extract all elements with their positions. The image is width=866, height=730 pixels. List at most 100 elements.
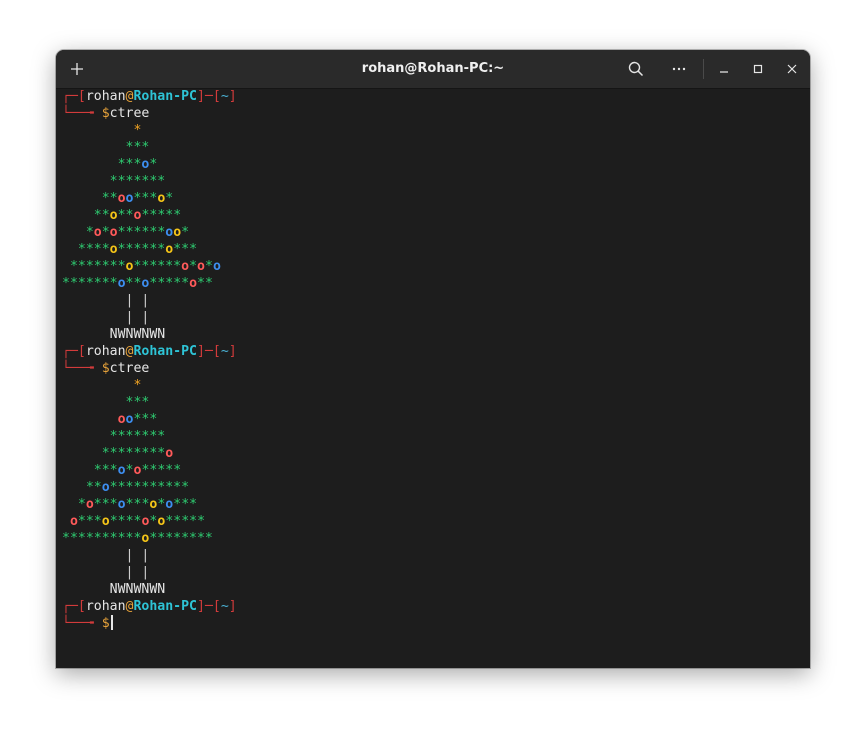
tree-row: ***o*o***** bbox=[62, 462, 806, 479]
tree-base-text: NWNWNWN bbox=[62, 582, 166, 597]
tree-trunk-text: | | bbox=[62, 565, 150, 580]
tree-row: **oo***o* bbox=[62, 190, 806, 207]
tree-leaves: *** bbox=[173, 497, 198, 512]
tree-row: *******o**o*****o** bbox=[62, 275, 806, 292]
tree-leaves: ** bbox=[62, 208, 110, 223]
ornament-red: o bbox=[69, 514, 78, 529]
close-button[interactable] bbox=[775, 50, 809, 88]
terminal-output[interactable]: ┌─[rohan@Rohan-PC]─[~] └──╼ $ctree * *** … bbox=[62, 88, 806, 664]
tree-leaves: ********** bbox=[109, 480, 190, 495]
tree-leaves: *** bbox=[133, 191, 158, 206]
command-line: └──╼ $ctree bbox=[62, 360, 806, 377]
tree-row: *** bbox=[62, 394, 806, 411]
command-line: └──╼ $ctree bbox=[62, 105, 806, 122]
prompt-bracket: ]─[ bbox=[197, 344, 221, 359]
ornament-red: o bbox=[109, 225, 118, 240]
tree-trunk-text: | | bbox=[62, 310, 150, 325]
ornament-red: o bbox=[165, 446, 174, 461]
tree-row: ********o bbox=[62, 445, 806, 462]
prompt-bracket: ┌─[ bbox=[62, 599, 86, 614]
ornament-red: o bbox=[117, 412, 126, 427]
prompt-dollar: $ bbox=[101, 361, 110, 376]
minimize-button[interactable] bbox=[707, 50, 741, 88]
more-icon bbox=[672, 67, 686, 71]
plus-icon bbox=[71, 63, 83, 75]
command-text: ctree bbox=[109, 361, 150, 376]
ornament-red: o bbox=[197, 259, 205, 274]
search-icon bbox=[628, 61, 644, 77]
tree-row: * bbox=[62, 377, 806, 394]
ornament-yellow: o bbox=[101, 514, 110, 529]
tree-leaves: ******* bbox=[62, 174, 166, 189]
ornament-blue: o bbox=[117, 276, 126, 291]
tree-leaves: ******** bbox=[62, 446, 166, 461]
ornament-red: o bbox=[93, 225, 102, 240]
tree-leaves: **** bbox=[62, 242, 110, 257]
tree-row: **o********** bbox=[62, 479, 806, 496]
tree-leaves: * bbox=[189, 259, 198, 274]
ornament-red: o bbox=[189, 276, 198, 291]
tree-leaves bbox=[62, 412, 118, 427]
tree-leaves: ****** bbox=[117, 242, 166, 257]
tree-base: NWNWNWN bbox=[62, 581, 806, 598]
tree-star: * bbox=[62, 378, 142, 393]
tree-leaves bbox=[62, 514, 70, 529]
prompt-bracket: ] bbox=[228, 599, 237, 614]
prompt-host: Rohan-PC bbox=[133, 599, 198, 614]
tree-row: *o***o***o*o*** bbox=[62, 496, 806, 513]
ornament-red: o bbox=[85, 497, 94, 512]
tree-trunk: | | bbox=[62, 547, 806, 564]
tree-leaves: ** bbox=[117, 208, 134, 223]
tree-row: ***o* bbox=[62, 156, 806, 173]
prompt-arrow: └──╼ bbox=[62, 106, 102, 121]
ornament-yellow: o bbox=[173, 225, 182, 240]
text-cursor bbox=[110, 615, 113, 630]
tree-leaves: ******** bbox=[149, 531, 213, 546]
window-title: rohan@Rohan-PC:~ bbox=[361, 61, 505, 76]
tree-base: NWNWNWN bbox=[62, 326, 806, 343]
tree-row: **********o******** bbox=[62, 530, 806, 547]
tree-row: ******* bbox=[62, 428, 806, 445]
tree-trunk: | | bbox=[62, 292, 806, 309]
maximize-button[interactable] bbox=[741, 50, 775, 88]
search-button[interactable] bbox=[619, 50, 653, 88]
tree-leaves: ******* bbox=[62, 429, 166, 444]
tree-leaves: *** bbox=[125, 497, 150, 512]
new-tab-button[interactable] bbox=[60, 50, 94, 88]
tree-leaves: * bbox=[165, 191, 174, 206]
ornament-blue: o bbox=[101, 480, 110, 495]
tree-row: *o*o******oo* bbox=[62, 224, 806, 241]
prompt-arrow: └──╼ bbox=[62, 361, 102, 376]
ornament-yellow: o bbox=[109, 242, 118, 257]
tree-trunk-text: | | bbox=[62, 293, 150, 308]
prompt-bracket: ┌─[ bbox=[62, 344, 86, 359]
tree-row: oo*** bbox=[62, 411, 806, 428]
prompt-arrow: └──╼ bbox=[62, 616, 102, 631]
ornament-blue: o bbox=[212, 259, 221, 274]
menu-button[interactable] bbox=[662, 50, 696, 88]
prompt-user: rohan bbox=[85, 89, 126, 104]
tree-leaves: *** bbox=[93, 497, 118, 512]
prompt-cwd: ~ bbox=[220, 599, 229, 614]
tree-leaves: *** bbox=[62, 463, 118, 478]
titlebar-separator bbox=[703, 59, 704, 79]
prompt-dollar: $ bbox=[101, 106, 110, 121]
ornament-yellow: o bbox=[109, 208, 118, 223]
tree-row: **o**o***** bbox=[62, 207, 806, 224]
tree-row: *******o******o*o*o bbox=[62, 258, 806, 275]
tree-leaves: *** bbox=[62, 395, 150, 410]
prompt-host: Rohan-PC bbox=[133, 344, 198, 359]
tree-trunk: | | bbox=[62, 309, 806, 326]
ornament-yellow: o bbox=[165, 242, 174, 257]
tree-leaves: ***** bbox=[165, 514, 206, 529]
tree-leaves: ***** bbox=[149, 276, 190, 291]
tree-leaves: *** bbox=[77, 514, 102, 529]
tree-leaves: ***** bbox=[141, 208, 182, 223]
tree-trunk-text: | | bbox=[62, 548, 150, 563]
tree-leaves: *** bbox=[133, 412, 158, 427]
tree-leaves: ** bbox=[125, 276, 142, 291]
terminal-window: rohan@Rohan-PC:~ ┌─[rohan@Rohan-PC]─[~] … bbox=[56, 50, 810, 668]
prompt-user: rohan bbox=[85, 344, 126, 359]
tree-row: ******* bbox=[62, 173, 806, 190]
prompt-cwd: ~ bbox=[220, 89, 229, 104]
